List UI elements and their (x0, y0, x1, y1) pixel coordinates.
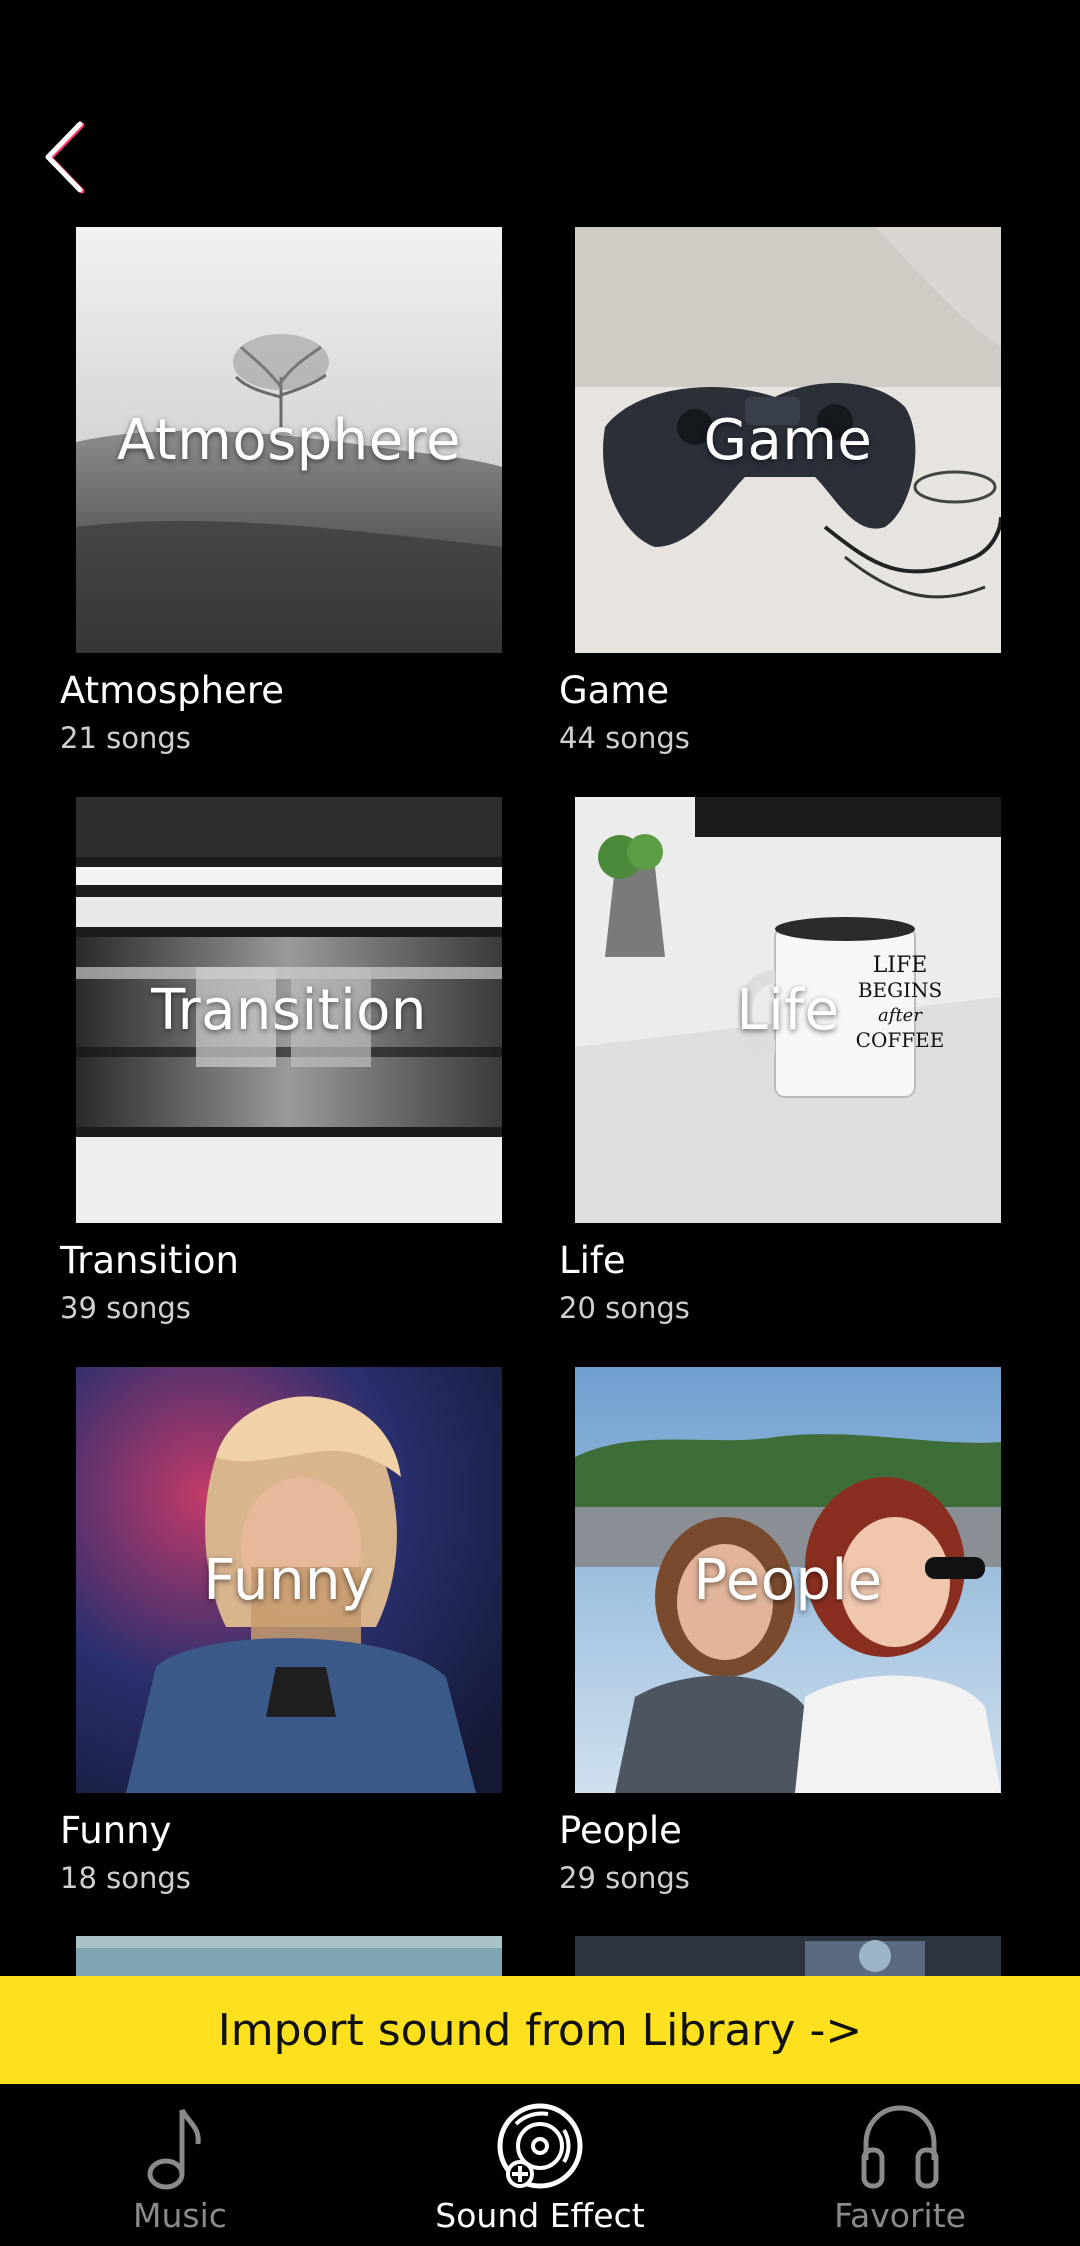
category-thumbnail: Transition (76, 797, 502, 1223)
category-song-count: 39 songs (60, 1291, 191, 1325)
category-title: Atmosphere (60, 669, 284, 712)
category-card-transition[interactable]: Transition Transition 39 songs (60, 797, 540, 1337)
category-overlay-label: Funny (203, 1547, 375, 1613)
category-thumbnail: Game (575, 227, 1001, 653)
import-label: Import sound from Library -> (217, 2004, 863, 2056)
tab-label: Sound Effect (435, 2196, 645, 2235)
tab-label: Favorite (834, 2196, 966, 2235)
back-button[interactable] (38, 112, 98, 202)
category-overlay-label: Atmosphere (116, 407, 461, 473)
headphones-icon (861, 2105, 939, 2189)
category-song-count: 21 songs (60, 721, 191, 755)
category-overlay-label: Game (703, 407, 873, 473)
tab-label: Music (133, 2196, 227, 2235)
music-note-icon (147, 2108, 201, 2190)
chevron-left-icon (45, 121, 85, 194)
category-overlay-label: Transition (151, 977, 427, 1043)
tab-music[interactable]: Music (0, 2084, 360, 2246)
category-song-count: 44 songs (559, 721, 690, 755)
category-title: Life (559, 1239, 626, 1282)
category-card-atmosphere[interactable]: Atmosphere Atmosphere 21 songs (60, 227, 540, 767)
category-song-count: 20 songs (559, 1291, 690, 1325)
category-thumbnail: LIFE BEGINS after COFFEE Life (575, 797, 1001, 1223)
category-title: Transition (60, 1239, 239, 1282)
category-song-count: 18 songs (60, 1861, 191, 1895)
category-thumbnail-partial[interactable] (76, 1936, 502, 1976)
category-card-people[interactable]: People People 29 songs (559, 1367, 1039, 1907)
category-thumbnail-partial[interactable] (575, 1936, 1001, 1976)
category-song-count: 29 songs (559, 1861, 690, 1895)
category-title: Game (559, 669, 670, 712)
category-card-game[interactable]: Game Game 44 songs (559, 227, 1039, 767)
category-thumbnail: Atmosphere (76, 227, 502, 653)
category-title: People (559, 1809, 682, 1852)
category-title: Funny (60, 1809, 172, 1852)
category-thumbnail: People (575, 1367, 1001, 1793)
category-card-funny[interactable]: Funny Funny 18 songs (60, 1367, 540, 1907)
bottom-tab-bar: Music Sound Effect Favorite (0, 2084, 1080, 2246)
category-thumbnail: Funny (76, 1367, 502, 1793)
category-overlay-label: People (693, 1547, 883, 1613)
category-overlay-label: Life (736, 977, 840, 1043)
tab-favorite[interactable]: Favorite (720, 2084, 1080, 2246)
import-from-library-button[interactable]: Import sound from Library -> (0, 1976, 1080, 2084)
vinyl-disc-icon (497, 2103, 583, 2189)
category-card-life[interactable]: LIFE BEGINS after COFFEE Life Life 20 so… (559, 797, 1039, 1337)
tab-sound-effect[interactable]: Sound Effect (360, 2084, 720, 2246)
